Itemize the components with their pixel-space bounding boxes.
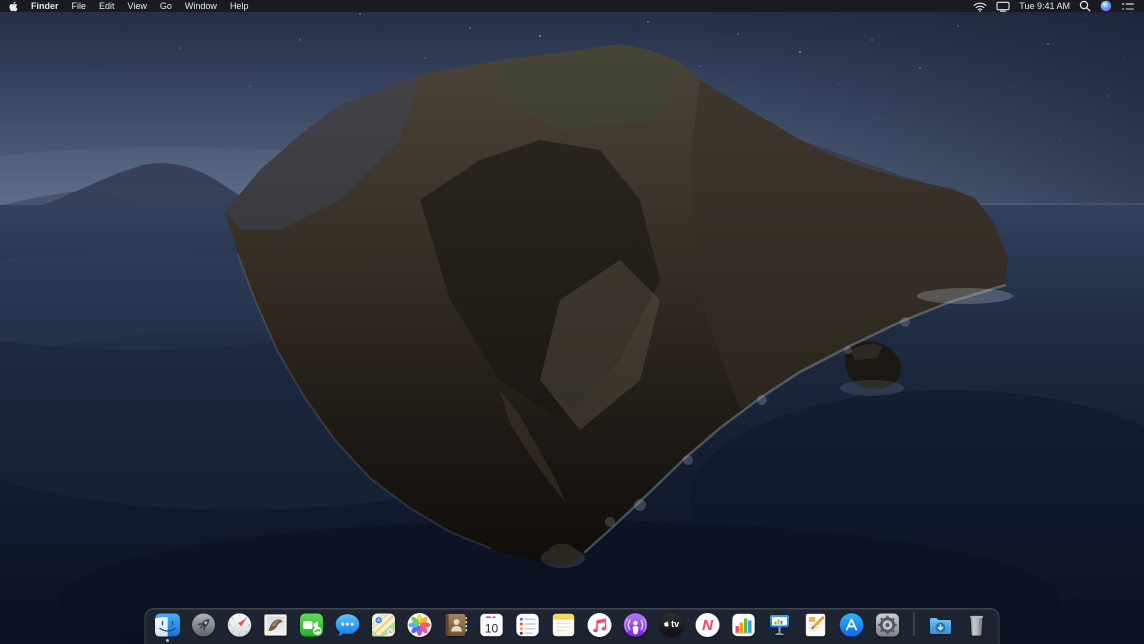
app-store-icon: [838, 611, 866, 639]
menu-bar-clock[interactable]: Tue 9:41 AM: [1019, 0, 1070, 12]
dock-item-pages[interactable]: [802, 611, 830, 639]
notification-center-button[interactable]: [1121, 1, 1135, 12]
dock: A 3D: [145, 608, 1000, 644]
finder-icon: [154, 611, 182, 639]
dock-item-numbers[interactable]: [730, 611, 758, 639]
svg-text:10: 10: [485, 622, 499, 636]
menu-item-finder[interactable]: Finder: [31, 0, 59, 12]
dock-item-maps[interactable]: A 3D: [370, 611, 398, 639]
music-icon: [586, 611, 614, 639]
maps-icon: A 3D: [370, 611, 398, 639]
dock-item-photos[interactable]: [406, 611, 434, 639]
reminders-icon: [514, 611, 542, 639]
notification-center-icon: [1121, 1, 1135, 12]
dock-item-reminders[interactable]: [514, 611, 542, 639]
podcasts-icon: [622, 611, 650, 639]
dock-item-downloads[interactable]: [927, 611, 955, 639]
safari-icon: [226, 611, 254, 639]
spotlight-search-icon: [1079, 0, 1091, 12]
dock-item-music[interactable]: [586, 611, 614, 639]
menu-item-go[interactable]: Go: [160, 0, 172, 12]
dock-item-system-preferences[interactable]: [874, 611, 902, 639]
dock-item-safari[interactable]: [226, 611, 254, 639]
svg-text:tv: tv: [671, 619, 679, 629]
dock-divider[interactable]: [914, 612, 915, 636]
trash-icon: [963, 611, 991, 639]
display-mirroring-status[interactable]: [996, 1, 1010, 12]
apple-logo-icon: [9, 1, 18, 12]
svg-text:3D: 3D: [388, 630, 393, 634]
menu-item-window[interactable]: Window: [185, 0, 217, 12]
photos-icon: [406, 611, 434, 639]
news-icon: N: [694, 611, 722, 639]
menu-item-file[interactable]: File: [72, 0, 87, 12]
dock-item-finder[interactable]: [154, 611, 182, 639]
menu-bar: Finder File Edit View Go Window Help Tue…: [0, 0, 1144, 12]
dock-item-app-store[interactable]: [838, 611, 866, 639]
system-preferences-icon: [874, 611, 902, 639]
mail-icon: [262, 611, 290, 639]
menu-bar-left: Finder File Edit View Go Window Help: [9, 0, 248, 12]
svg-text:N: N: [702, 617, 714, 634]
dock-item-news[interactable]: N: [694, 611, 722, 639]
apple-menu[interactable]: [9, 1, 18, 12]
dock-item-podcasts[interactable]: [622, 611, 650, 639]
dock-item-messages[interactable]: [334, 611, 362, 639]
menu-item-edit[interactable]: Edit: [99, 0, 115, 12]
wifi-icon: [973, 1, 987, 12]
messages-icon: [334, 611, 362, 639]
dock-item-notes[interactable]: [550, 611, 578, 639]
facetime-icon: [298, 611, 326, 639]
contacts-icon: [442, 611, 470, 639]
dock-item-tv[interactable]: tv: [658, 611, 686, 639]
numbers-icon: [730, 611, 758, 639]
menu-bar-status: Tue 9:41 AM: [973, 0, 1135, 12]
pages-icon: [802, 611, 830, 639]
dock-item-launchpad[interactable]: [190, 611, 218, 639]
siri-button[interactable]: [1100, 0, 1112, 12]
svg-text:A: A: [377, 618, 380, 623]
dock-item-keynote[interactable]: [766, 611, 794, 639]
notes-icon: [550, 611, 578, 639]
desktop-wallpaper: [0, 0, 1144, 644]
launchpad-icon: [190, 611, 218, 639]
dock-item-mail[interactable]: [262, 611, 290, 639]
running-indicator: [166, 639, 169, 642]
dock-item-trash[interactable]: [963, 611, 991, 639]
dock-item-calendar[interactable]: 10: [478, 611, 506, 639]
siri-icon: [1100, 0, 1112, 12]
menu-item-help[interactable]: Help: [230, 0, 249, 12]
calendar-icon: 10: [478, 611, 506, 639]
display-mirroring-icon: [996, 1, 1010, 12]
spotlight-button[interactable]: [1079, 0, 1091, 12]
apple-tv-icon: tv: [658, 611, 686, 639]
keynote-icon: [766, 611, 794, 639]
dock-item-contacts[interactable]: [442, 611, 470, 639]
downloads-folder-icon: [927, 611, 955, 639]
menu-item-view[interactable]: View: [128, 0, 147, 12]
dock-item-facetime[interactable]: [298, 611, 326, 639]
wifi-status[interactable]: [973, 1, 987, 12]
